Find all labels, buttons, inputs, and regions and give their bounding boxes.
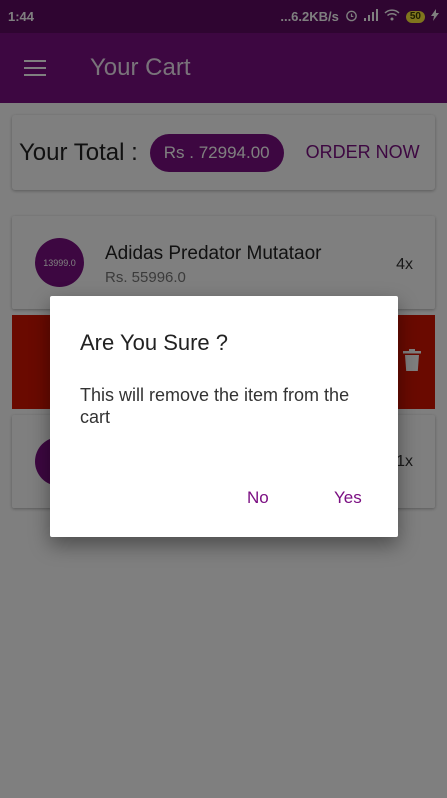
confirm-dialog: Are You Sure ? This will remove the item… — [50, 296, 398, 537]
dialog-message: This will remove the item from the cart — [80, 385, 350, 427]
yes-button[interactable]: Yes — [334, 488, 362, 508]
no-button[interactable]: No — [247, 488, 269, 508]
dialog-title: Are You Sure ? — [80, 330, 229, 355]
